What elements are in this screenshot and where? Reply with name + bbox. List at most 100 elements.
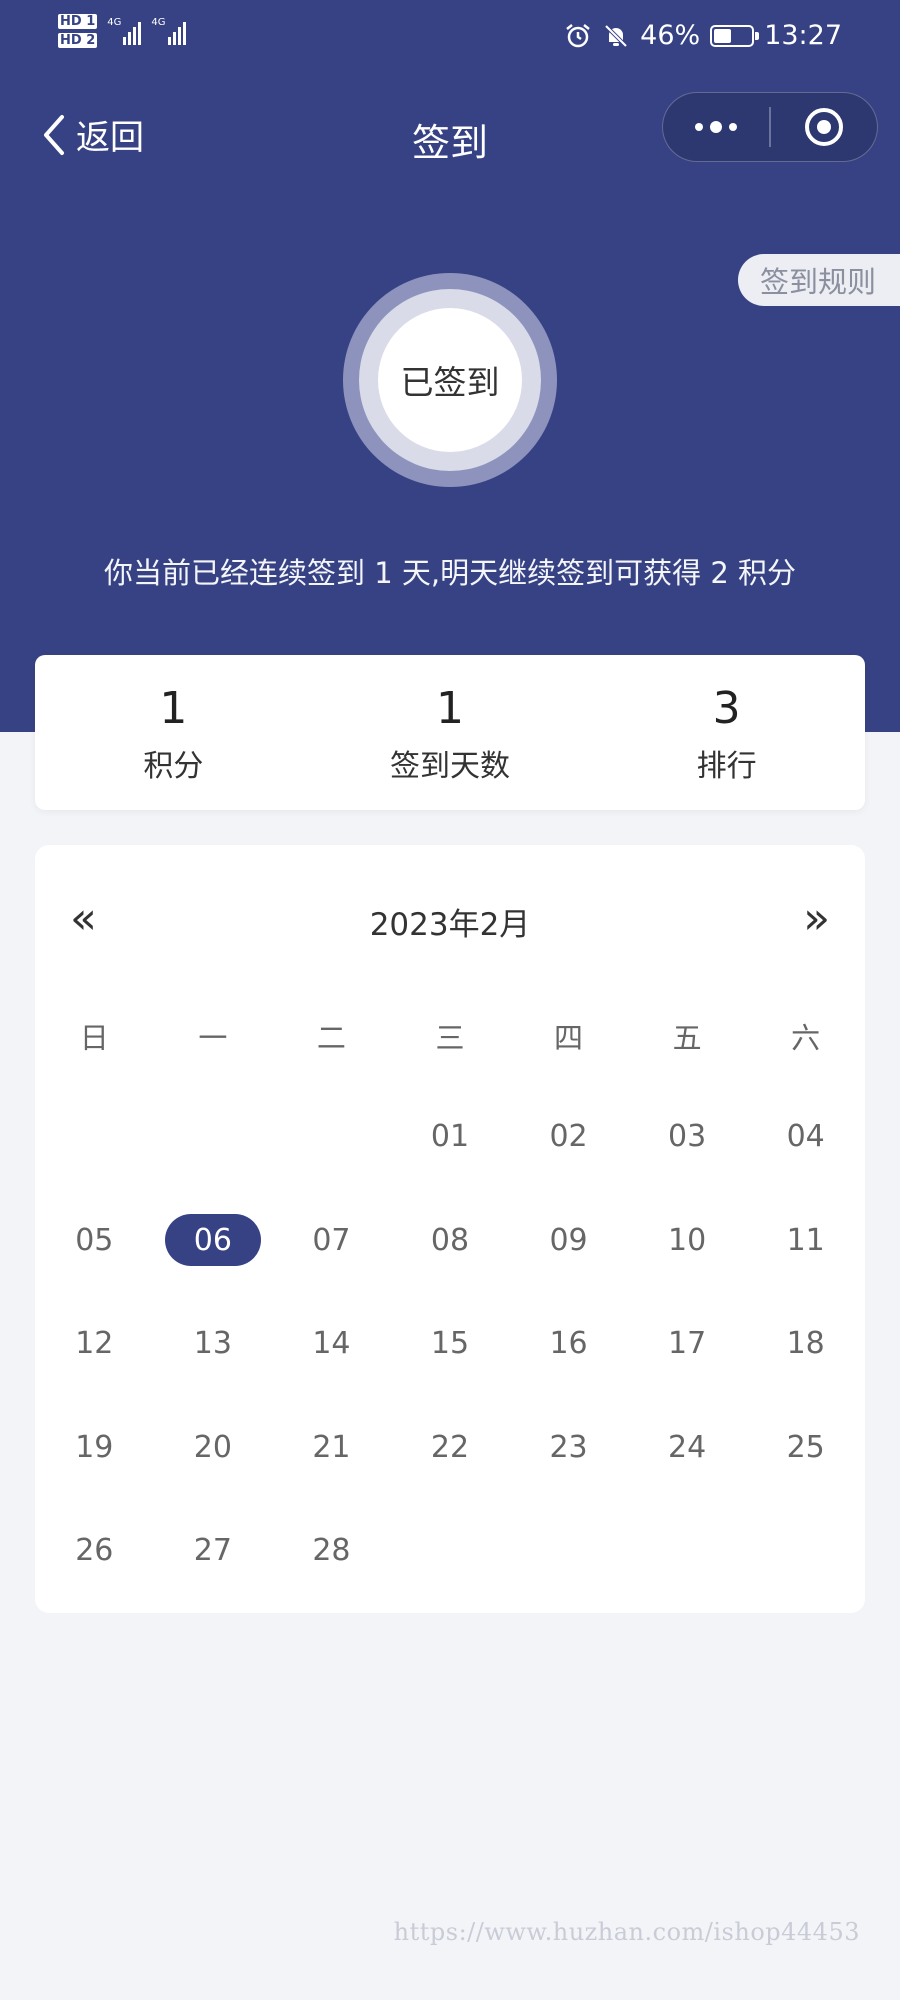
calendar-day: 14 [312,1326,351,1362]
battery-icon [710,24,760,47]
calendar-day: 09 [549,1222,588,1258]
calendar-day-cell[interactable]: 12 [35,1292,154,1396]
alarm-icon [566,23,590,47]
stat-label: 积分 [143,749,204,784]
stat-label: 签到天数 [390,749,510,784]
weekday-label: 六 [791,1021,821,1055]
battery-fill [714,28,731,43]
signal-icon-1: 4G [107,17,142,45]
calendar-day: 19 [75,1429,114,1465]
calendar-day-cell[interactable]: 22 [391,1396,510,1500]
status-right: 46% 13:27 [564,20,842,51]
calendar-day-cell[interactable]: 02 [509,1085,628,1189]
calendar-day-cell[interactable]: 25 [746,1396,865,1500]
weekday-row: 日一二三四五六 [35,1015,865,1057]
calendar-day: 01 [430,1119,470,1155]
sim2-badge: HD 2 [58,33,98,48]
calendar-day: 10 [668,1222,707,1258]
calendar-day-cell[interactable]: 27 [154,1499,273,1603]
calendar-day-cell[interactable]: 09 [509,1189,628,1293]
calendar-day: 02 [549,1119,588,1155]
checkin-status: 已签到 [378,308,522,452]
day-grid: 01 02 03 04 05 06 07 08 09 10 11 12 13 14 15 16 17 18 19 20… [35,1085,865,1603]
calendar-day-cell[interactable]: 19 [35,1396,154,1500]
calendar-day: 16 [549,1326,588,1362]
clock: 13:27 [764,20,842,51]
calendar-day-cell[interactable]: 15 [391,1292,510,1396]
calendar-card: « 2023年2月 » 日 一 二 三 四 五 六 01 02 03 04 05 06 07 08 09 10… [35,845,865,1613]
calendar-day: 26 [75,1533,114,1569]
stat-label: 排行 [696,749,757,784]
empty-cell [154,1085,273,1189]
checkin-ring: 已签到 [359,289,541,471]
calendar-day-cell[interactable]: 14 [272,1292,391,1396]
calendar-day-cell[interactable]: 08 [391,1189,510,1293]
calendar-day-cell[interactable]: 13 [154,1292,273,1396]
calendar-day-cell[interactable]: 07 [272,1189,391,1293]
stat-value: 1 [436,683,464,734]
calendar-day: 22 [430,1429,470,1465]
calendar-day: 24 [668,1429,707,1465]
calendar-day-cell[interactable]: 10 [628,1189,747,1293]
calendar-day: 11 [786,1222,825,1258]
rules-button[interactable]: 签到规则 [738,254,900,306]
network-type-1: 4G [107,17,122,28]
checkin-circle[interactable]: 已签到 [343,273,557,487]
calendar-day: 23 [549,1429,588,1465]
miniprogram-capsule [662,92,878,162]
weekday-label: 二 [316,1021,346,1055]
more-button[interactable] [663,93,769,161]
calendar-day-cell[interactable]: 23 [509,1396,628,1500]
calendar-day: 18 [786,1326,825,1362]
stat-value: 1 [159,683,188,734]
calendar-day: 25 [786,1429,825,1465]
calendar-day: 20 [193,1429,232,1465]
weekday-label: 四 [554,1021,584,1055]
calendar-day-cell[interactable]: 20 [154,1396,273,1500]
calendar-day-cell[interactable]: 11 [746,1189,865,1293]
stat-value: 3 [712,683,741,734]
calendar-day-cell[interactable]: 26 [35,1499,154,1603]
calendar-day-cell[interactable]: 04 [746,1085,865,1189]
calendar-day: 15 [430,1326,470,1362]
calendar-day: 21 [312,1429,351,1465]
sim-indicators: HD 1 HD 2 [58,14,98,48]
network-type-2: 4G [151,17,166,28]
weekday-label: 三 [435,1021,465,1055]
navigation-bar: 返回 签到 [0,90,900,176]
calendar-day-cell[interactable]: 16 [509,1292,628,1396]
calendar-day: 28 [312,1533,351,1569]
next-month-button[interactable]: » [803,897,830,941]
calendar-day: 03 [668,1119,707,1155]
mute-bell-icon [604,24,628,47]
calendar-day-cell[interactable]: 21 [272,1396,391,1500]
signal-group: HD 1 HD 2 4G 4G [58,14,186,48]
calendar-day-cell[interactable]: 28 [272,1499,391,1603]
streak-message: 你当前已经连续签到 1 天,明天继续签到可获得 2 积分 [104,556,796,590]
weekday-label: 一 [198,1021,228,1055]
calendar-month-title: 2023年2月 [369,907,531,943]
calendar-day-cell[interactable]: 01 [391,1085,510,1189]
battery-percent: 46% [640,20,701,51]
calendar-day-cell[interactable]: 24 [628,1396,747,1500]
stat-points[interactable]: 1 积分 [35,655,312,810]
calendar-day-cell[interactable]: 03 [628,1085,747,1189]
calendar-day-cell[interactable]: 18 [746,1292,865,1396]
calendar-day: 27 [193,1533,232,1569]
stat-checkin-days[interactable]: 1 签到天数 [312,655,589,810]
stat-rank[interactable]: 3 排行 [588,655,865,810]
sim1-badge: HD 1 [58,14,98,29]
calendar-day: 08 [430,1222,470,1258]
calendar-day: 05 [75,1222,114,1258]
weekday-label: 五 [672,1021,702,1055]
target-circle-icon [804,108,843,146]
empty-cell [272,1085,391,1189]
calendar-day-cell[interactable]: 05 [35,1189,154,1293]
watermark: https://www.huzhan.com/ishop44453 [393,1918,860,1946]
calendar-day-cell[interactable]: 17 [628,1292,747,1396]
calendar-day: 04 [786,1119,825,1155]
empty-cell [35,1085,154,1189]
calendar-day-selected: 06 [164,1214,261,1267]
close-miniprogram-button[interactable] [771,93,877,161]
calendar-day-cell[interactable]: 06 [154,1189,273,1293]
